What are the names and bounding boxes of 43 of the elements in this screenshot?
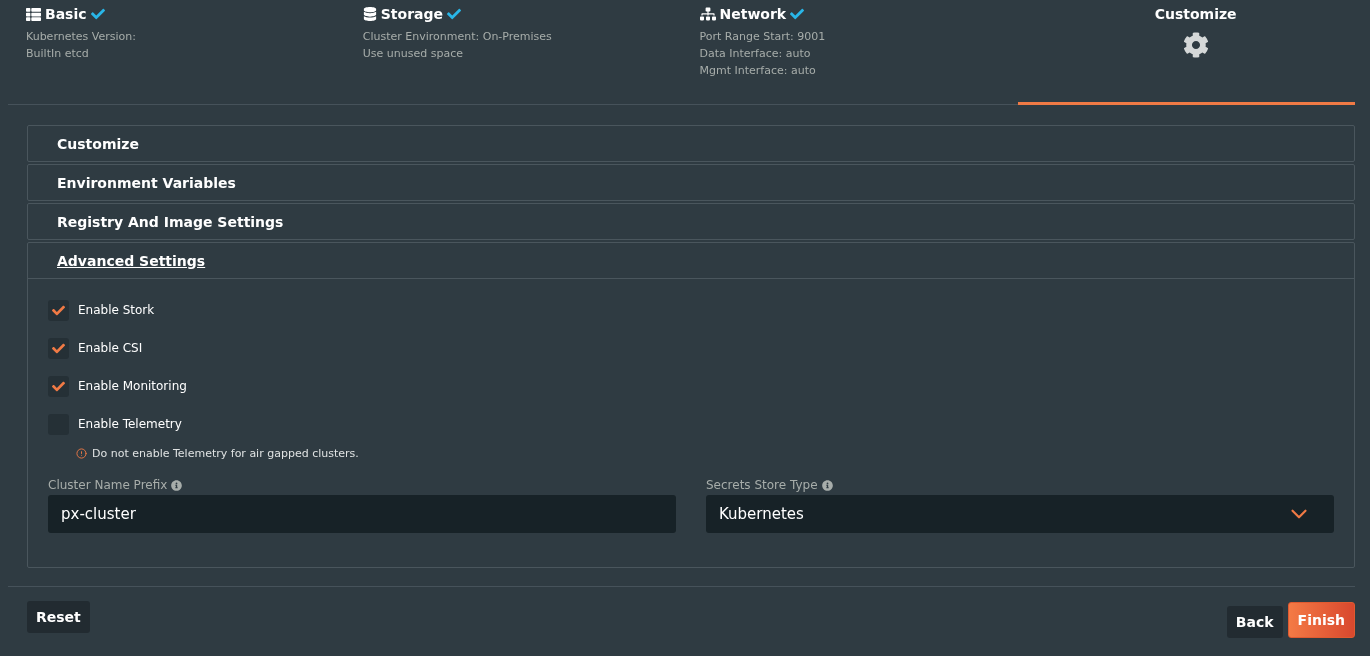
wizard-step[interactable]: Customize: [1018, 0, 1355, 105]
section-title[interactable]: Advanced Settings: [57, 252, 206, 269]
section-title[interactable]: Customize: [57, 135, 139, 152]
checkbox[interactable]: [48, 375, 69, 397]
settings-icon: [1182, 32, 1209, 58]
info-icon: [821, 479, 833, 491]
section-title[interactable]: Registry And Image Settings: [57, 213, 284, 230]
checkbox-label: Enable CSI: [78, 341, 143, 355]
step-title: Customize: [1154, 6, 1237, 22]
check-icon: [52, 379, 65, 393]
step-title: Network: [719, 6, 787, 22]
check-icon: [52, 303, 65, 317]
note-text: Do not enable Telemetry for air gapped clusters.: [92, 447, 359, 460]
field-label: Secrets Store Type: [706, 478, 818, 492]
step-detail: Data Interface: auto: [699, 46, 811, 62]
checkbox[interactable]: [48, 337, 69, 359]
step-detail: Kubernetes Version:: [26, 29, 136, 45]
step-detail: Use unused space: [362, 46, 463, 62]
section-title[interactable]: Environment Variables: [57, 174, 236, 191]
checkbox[interactable]: [48, 299, 69, 321]
input-field[interactable]: px-cluster: [48, 495, 676, 533]
field-label: Cluster Name Prefix: [48, 478, 168, 492]
database-icon: [362, 7, 377, 21]
reset-button[interactable]: Reset: [27, 601, 90, 633]
step-detail: Port Range Start: 9001: [699, 29, 826, 45]
dropdown-field[interactable]: Kubernetes: [706, 495, 1334, 533]
wizard-step[interactable]: Storage Cluster Environment: On-Premises Use unused space: [344, 0, 682, 105]
checkbox-label: Enable Monitoring: [78, 379, 187, 393]
step-detail: BuiltIn etcd: [26, 46, 89, 62]
list-icon: [26, 6, 41, 22]
check-icon: [52, 341, 65, 355]
wizard-step[interactable]: Basic Kubernetes Version: BuiltIn etcd: [8, 0, 345, 105]
back-button[interactable]: Back: [1226, 606, 1283, 638]
step-detail: Cluster Environment: On-Premises: [362, 29, 552, 45]
checkbox-label: Enable Telemetry: [78, 417, 182, 431]
checkbox-label: Enable Stork: [78, 303, 155, 317]
step-title: Basic: [45, 6, 87, 22]
step-title: Storage: [380, 6, 443, 22]
info-icon: [76, 448, 87, 459]
info-icon: [171, 479, 183, 491]
step-detail: Mgmt Interface: auto: [699, 63, 816, 79]
wizard-step[interactable]: Network Port Range Start: 9001 Data Interface: auto Mgmt Interface: auto: [681, 0, 1019, 105]
sitemap-icon: [699, 6, 716, 22]
